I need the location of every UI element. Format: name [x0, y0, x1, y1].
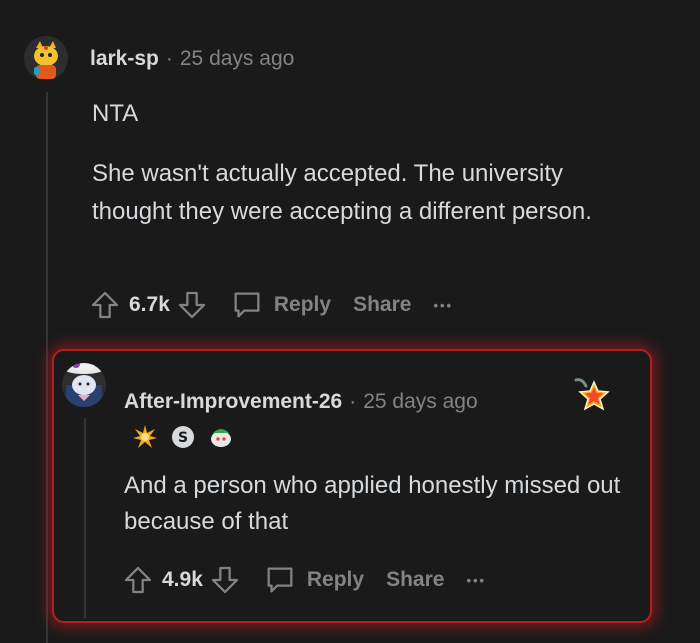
downvote-icon[interactable]	[176, 289, 208, 321]
avatar[interactable]	[24, 36, 68, 80]
thread-line[interactable]	[84, 418, 86, 618]
share-button[interactable]: Share	[386, 568, 444, 592]
thread-line[interactable]	[46, 92, 48, 643]
meta-separator: ·	[165, 47, 173, 70]
share-button[interactable]: Share	[353, 293, 411, 317]
vote-score: 6.7k	[129, 293, 170, 316]
share-label: Share	[353, 293, 412, 316]
s-badge-flair-icon: S	[170, 424, 196, 450]
comment-actions: 6.7k Reply Share •••	[89, 288, 475, 322]
snoo-avatar-icon	[24, 36, 68, 80]
comment-meta: After-Improvement-26 · 25 days ago	[124, 390, 478, 414]
vote-score: 4.9k	[162, 568, 203, 591]
share-label: Share	[386, 568, 445, 591]
more-options-icon: •••	[433, 297, 454, 313]
reply-label: Reply	[306, 568, 365, 591]
award-icon[interactable]	[572, 376, 612, 416]
comment-paragraph: NTA	[92, 100, 139, 127]
snoo-flair-icon	[208, 424, 234, 450]
comment-paragraph: She wasn't actually accepted. The univer…	[92, 160, 592, 225]
comment-paragraph: And a person who applied honestly missed…	[124, 472, 621, 535]
more-options-button[interactable]: •••	[466, 573, 486, 588]
comment-body: NTA She wasn't actually accepted. The un…	[92, 95, 632, 253]
username-link[interactable]: lark-sp	[90, 47, 159, 71]
timestamp[interactable]: 25 days ago	[363, 390, 477, 414]
comment-meta: lark-sp · 25 days ago	[90, 47, 294, 71]
downvote-icon[interactable]	[209, 564, 241, 596]
upvote-icon[interactable]	[122, 564, 154, 596]
svg-text:S: S	[178, 430, 188, 446]
timestamp[interactable]: 25 days ago	[180, 47, 294, 71]
user-flairs: S	[132, 424, 234, 450]
upvote-icon[interactable]	[89, 289, 121, 321]
comment-bubble-icon	[234, 292, 260, 318]
comment-actions: 4.9k Reply Share •••	[122, 563, 508, 597]
meta-separator: ·	[349, 390, 357, 413]
more-options-icon: •••	[466, 572, 487, 588]
reply-button[interactable]: Reply	[263, 563, 364, 597]
comment-bubble-icon	[267, 567, 293, 593]
username-link[interactable]: After-Improvement-26	[124, 390, 342, 414]
reply-button[interactable]: Reply	[230, 288, 331, 322]
starburst-flair-icon	[132, 424, 158, 450]
comment-body: And a person who applied honestly missed…	[124, 468, 624, 540]
more-options-button[interactable]: •••	[433, 298, 453, 313]
avatar[interactable]	[62, 363, 106, 407]
snoo-avatar-icon	[62, 363, 106, 407]
reply-label: Reply	[273, 293, 332, 316]
